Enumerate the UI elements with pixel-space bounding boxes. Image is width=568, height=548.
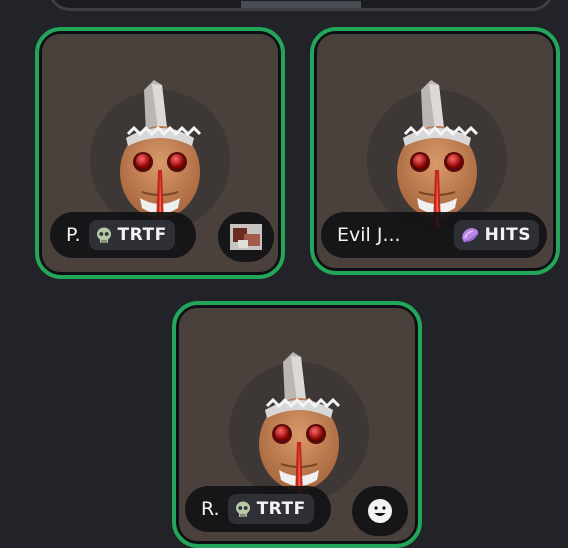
guild-tag-label: HITS [484, 225, 531, 245]
participant-video-area: R. TRTF [179, 308, 415, 541]
name-tag: Evil J... HITS [321, 212, 547, 258]
guild-tag: TRTF [227, 494, 314, 524]
participant-name: Evil J... [337, 224, 401, 246]
guild-tag: HITS [453, 220, 539, 250]
name-tag: P. TRTF [50, 212, 196, 258]
participant-tile[interactable]: R. TRTF [172, 301, 422, 548]
crystal-icon [461, 228, 479, 243]
guild-tag-label: TRTF [117, 225, 167, 245]
participant-video-area: P. TRTF [42, 34, 278, 272]
top-panel-edge [48, 0, 554, 11]
guild-tag: TRTF [88, 220, 175, 250]
participant-name: P. [66, 224, 81, 246]
participant-tile[interactable]: Evil J... HITS [310, 27, 560, 275]
activity-thumbnail-icon [230, 224, 262, 250]
skull-icon [235, 501, 250, 517]
guild-tag-label: TRTF [256, 499, 306, 519]
emoji-button[interactable] [352, 486, 408, 536]
smiley-icon [368, 499, 392, 523]
participant-tile[interactable]: P. TRTF [35, 27, 285, 279]
skull-icon [96, 227, 111, 243]
participant-name: R. [201, 498, 220, 520]
name-tag: R. TRTF [185, 486, 331, 532]
participant-video-area: Evil J... HITS [317, 34, 553, 268]
activity-button[interactable] [218, 212, 274, 262]
